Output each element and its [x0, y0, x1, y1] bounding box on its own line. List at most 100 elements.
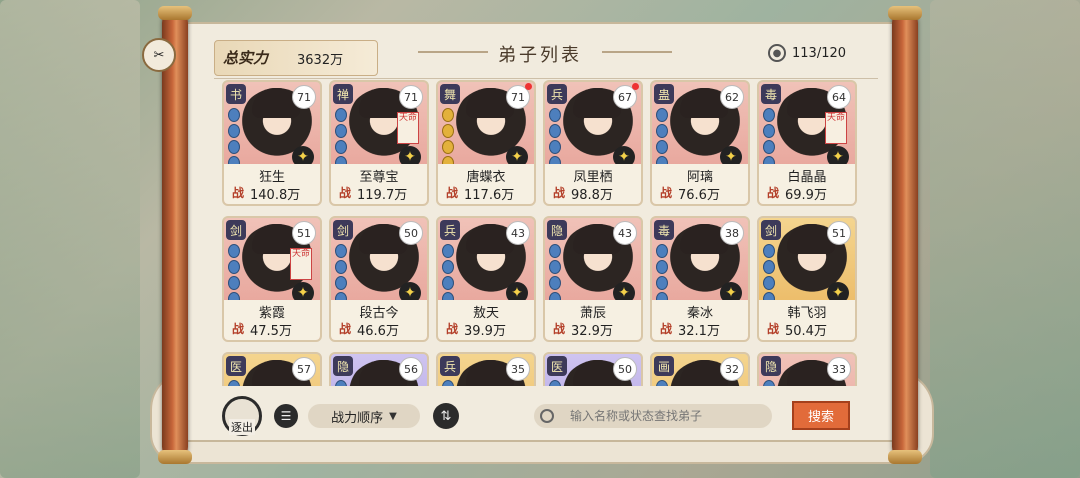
card-info: 狂生战 140.8万 [224, 164, 320, 204]
class-badge: 剑 [226, 220, 246, 240]
gem-icon [656, 244, 668, 258]
gem-icon [656, 276, 668, 290]
sort-order-toggle-icon[interactable]: ⇅ [433, 403, 459, 429]
gem-icon [656, 260, 668, 274]
disciple-name: 阿璃 [686, 170, 713, 185]
disciple-power: 76.6万 [678, 188, 720, 203]
gem-icon [228, 124, 240, 138]
talent-gems [335, 380, 347, 386]
disciple-name: 段古今 [359, 306, 399, 321]
gem-icon [763, 380, 775, 386]
destiny-seal: 天命 [290, 248, 312, 280]
disciple-name: 至尊宝 [359, 170, 399, 185]
gem-icon [335, 244, 347, 258]
gem-icon [228, 108, 240, 122]
power-prefix: 战 [660, 186, 673, 200]
disciple-card[interactable]: 隐56✦ [329, 352, 429, 386]
gem-icon [228, 380, 240, 386]
level-badge: 64 [827, 85, 851, 109]
level-badge: 32 [720, 357, 744, 381]
class-badge: 毒 [761, 84, 781, 104]
search-input[interactable] [568, 408, 772, 424]
disciple-card[interactable]: 剑 51 天命 ✦ 紫霞战 47.5万 [222, 216, 322, 342]
gem-icon [549, 108, 561, 122]
gem-icon [335, 140, 347, 154]
disciple-card[interactable]: 隐 43 ✦ 萧辰战 32.9万 [543, 216, 643, 342]
class-badge: 兵 [547, 84, 567, 104]
disciple-name: 敖天 [472, 306, 499, 321]
card-info: 秦冰战 32.1万 [652, 300, 748, 340]
level-badge: 50 [613, 357, 637, 381]
gem-icon [442, 124, 454, 138]
disciple-card[interactable]: 书 71 ✦ 狂生战 140.8万 [222, 80, 322, 206]
disciple-card[interactable]: 兵 43 ✦ 敖天战 39.9万 [436, 216, 536, 342]
talent-gems [228, 244, 240, 306]
gem-icon [228, 140, 240, 154]
search-button[interactable]: 搜索 [792, 401, 850, 430]
power-prefix: 战 [553, 186, 566, 200]
disciple-card[interactable]: 毒 64 天命 ✦ 白晶晶战 69.9万 [757, 80, 857, 206]
gem-icon [228, 260, 240, 274]
total-power-value: 3632万 [297, 53, 344, 68]
gem-icon [763, 244, 775, 258]
disciple-card[interactable]: 毒 38 ✦ 秦冰战 32.1万 [650, 216, 750, 342]
disciple-count-value: 113/120 [792, 45, 847, 61]
level-badge: 51 [827, 221, 851, 245]
disciple-power: 119.7万 [357, 188, 408, 203]
power-prefix: 战 [767, 186, 780, 200]
talent-gems [228, 380, 240, 386]
disciple-card[interactable]: 蛊 62 ✦ 阿璃战 76.6万 [650, 80, 750, 206]
sect-emblem-icon[interactable]: ✂ [142, 38, 176, 72]
card-info: 韩飞羽战 50.4万 [759, 300, 855, 340]
power-prefix: 战 [767, 322, 780, 336]
disciple-card[interactable]: 医57✦ [222, 352, 322, 386]
disciple-card[interactable]: 医50✦ [543, 352, 643, 386]
gem-icon [335, 260, 347, 274]
gem-icon [656, 108, 668, 122]
gem-icon [442, 260, 454, 274]
disciple-power: 69.9万 [785, 188, 827, 203]
disciple-name: 白晶晶 [787, 170, 827, 185]
destiny-seal: 天命 [397, 112, 419, 144]
list-view-icon[interactable]: ☰ [274, 404, 298, 428]
sort-dropdown[interactable]: 战力顺序 ▼ [308, 404, 420, 428]
power-prefix: 战 [232, 186, 245, 200]
gem-icon [442, 276, 454, 290]
card-info: 段古今战 46.6万 [331, 300, 427, 340]
talent-gems [442, 380, 454, 386]
search-icon [540, 409, 554, 423]
class-badge: 舞 [440, 84, 460, 104]
talent-gems [656, 108, 668, 170]
gem-icon [549, 140, 561, 154]
card-info: 阿璃战 76.6万 [652, 164, 748, 204]
disciple-card[interactable]: 画32✦ [650, 352, 750, 386]
gem-icon [335, 108, 347, 122]
class-badge: 隐 [761, 356, 781, 376]
disciple-card[interactable]: 禅 71 天命 ✦ 至尊宝战 119.7万 [329, 80, 429, 206]
class-badge: 兵 [440, 356, 460, 376]
class-badge: 剑 [761, 220, 781, 240]
level-badge: 57 [292, 357, 316, 381]
disciple-card[interactable]: 兵 67 ✦ 凤里栖战 98.8万 [543, 80, 643, 206]
gem-icon [442, 140, 454, 154]
disciple-card[interactable]: 剑 51 ✦ 韩飞羽战 50.4万 [757, 216, 857, 342]
disciple-power: 32.9万 [571, 324, 613, 339]
level-badge: 56 [399, 357, 423, 381]
gem-icon [442, 108, 454, 122]
level-badge: 38 [720, 221, 744, 245]
disciple-card[interactable]: 舞 71 ✦ 唐蝶衣战 117.6万 [436, 80, 536, 206]
level-badge: 71 [292, 85, 316, 109]
disciple-card[interactable]: 剑 50 ✦ 段古今战 46.6万 [329, 216, 429, 342]
disciple-card[interactable]: 隐33✦ [757, 352, 857, 386]
scroll-roller-right [888, 6, 922, 464]
card-info: 白晶晶战 69.9万 [759, 164, 855, 204]
destiny-seal: 天命 [825, 112, 847, 144]
disciple-power: 98.8万 [571, 188, 613, 203]
disciple-card[interactable]: 兵35✦ [436, 352, 536, 386]
expel-button[interactable]: 逐出 [222, 396, 262, 436]
class-badge: 蛊 [654, 84, 674, 104]
gem-icon [763, 260, 775, 274]
disciple-power: 50.4万 [785, 324, 827, 339]
expel-label: 逐出 [229, 419, 255, 435]
talent-gems [549, 108, 561, 170]
